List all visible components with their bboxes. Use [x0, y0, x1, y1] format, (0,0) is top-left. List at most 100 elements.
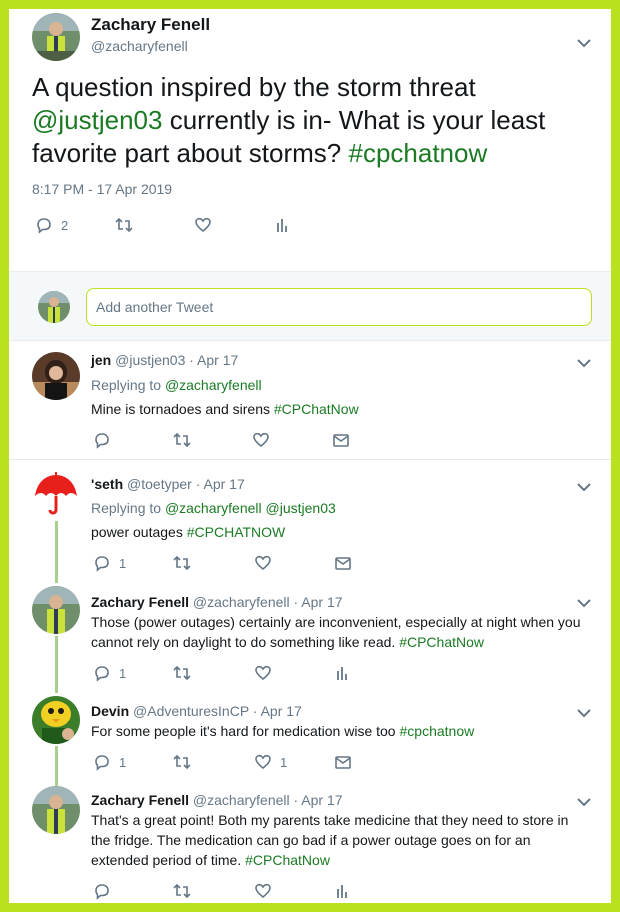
reply-avatar[interactable] — [32, 786, 80, 834]
composer-avatar — [38, 291, 70, 323]
heart-icon — [255, 754, 271, 770]
reply-meta: @justjen03 · Apr 17 — [111, 352, 239, 368]
chevron-down-icon[interactable] — [576, 597, 592, 609]
heart-icon — [255, 555, 271, 571]
tweet-text: A question inspired by the storm threat … — [32, 72, 546, 168]
reply-icon — [95, 755, 109, 771]
reply-count: 1 — [119, 754, 127, 770]
reply-tweet[interactable]: Zachary Fenell @zacharyfenell · Apr 17 T… — [9, 781, 611, 903]
retweet-button[interactable] — [172, 753, 192, 771]
reply-author-name[interactable]: Devin — [91, 703, 129, 719]
reply-count: 2 — [61, 217, 69, 233]
add-tweet-input[interactable]: Add another Tweet — [86, 288, 592, 326]
reply-button[interactable]: 1 — [93, 554, 126, 572]
replying-to: Replying to @zacharyfenell @justjen03 — [91, 500, 336, 516]
chevron-down-icon[interactable] — [576, 357, 592, 369]
envelope-icon — [335, 557, 351, 570]
hashtag-link[interactable]: #cpchatnow — [400, 723, 475, 739]
reply-icon — [37, 218, 51, 234]
reply-icon — [95, 666, 109, 682]
reply-meta: @AdventuresInCP · Apr 17 — [129, 703, 302, 719]
reply-tweet[interactable]: 'seth @toetyper · Apr 17 Replying to @za… — [9, 466, 611, 582]
like-button[interactable] — [254, 882, 272, 900]
heart-icon — [195, 217, 211, 233]
hashtag-link[interactable]: #CPCHATNOW — [187, 524, 286, 540]
reply-meta: @toetyper · Apr 17 — [123, 476, 245, 492]
retweet-icon — [115, 217, 133, 233]
reply-author-name[interactable]: jen — [91, 352, 111, 368]
analytics-button[interactable] — [334, 882, 350, 900]
direct-message-button[interactable] — [334, 554, 352, 572]
like-button[interactable] — [252, 431, 270, 449]
divider — [9, 459, 611, 460]
reply-header: 'seth @toetyper · Apr 17 — [91, 476, 245, 492]
retweet-button[interactable] — [172, 431, 192, 449]
like-button[interactable]: 1 — [254, 753, 287, 771]
hashtag-link[interactable]: #CPChatNow — [399, 634, 484, 650]
reply-button[interactable]: 1 — [93, 664, 126, 682]
reply-composer: Add another Tweet — [9, 271, 611, 341]
reply-avatar[interactable] — [32, 696, 80, 744]
author-name[interactable]: Zachary Fenell — [91, 15, 210, 35]
heart-icon — [255, 665, 271, 681]
reply-meta: @zacharyfenell · Apr 17 — [189, 594, 343, 610]
chevron-down-icon[interactable] — [576, 481, 592, 493]
retweet-icon — [173, 555, 191, 571]
reply-meta: @zacharyfenell · Apr 17 — [189, 792, 343, 808]
hashtag-link[interactable]: #CPChatNow — [245, 852, 330, 868]
tweet-timestamp[interactable]: 8:17 PM - 17 Apr 2019 — [32, 181, 172, 197]
retweet-icon — [173, 754, 191, 770]
reply-author-name[interactable]: Zachary Fenell — [91, 792, 189, 808]
like-count: 1 — [280, 754, 288, 770]
author-avatar[interactable] — [32, 13, 80, 61]
chevron-down-icon[interactable] — [576, 37, 592, 49]
reply-icon — [95, 556, 109, 572]
reply-avatar[interactable] — [32, 586, 80, 634]
direct-message-button[interactable] — [334, 753, 352, 771]
reply-text: Mine is tornadoes and sirens #CPChatNow — [91, 401, 359, 417]
chevron-down-icon[interactable] — [576, 796, 592, 808]
retweet-button[interactable] — [172, 882, 192, 900]
reply-button[interactable] — [93, 431, 111, 449]
reply-header: Devin @AdventuresInCP · Apr 17 — [91, 703, 302, 719]
reply-text: power outages #CPCHATNOW — [91, 524, 286, 540]
reply-tweet[interactable]: Zachary Fenell @zacharyfenell · Apr 17 T… — [9, 582, 611, 692]
retweet-icon — [173, 665, 191, 681]
analytics-icon — [337, 667, 347, 680]
envelope-icon — [333, 434, 349, 447]
reply-icon — [95, 884, 109, 900]
retweet-button[interactable] — [172, 664, 192, 682]
analytics-button[interactable] — [274, 216, 290, 234]
hashtag-link[interactable]: #CPChatNow — [274, 401, 359, 417]
author-handle[interactable]: @zacharyfenell — [91, 38, 188, 54]
reply-button[interactable] — [93, 882, 111, 900]
heart-icon — [255, 883, 271, 899]
retweet-button[interactable] — [114, 216, 134, 234]
retweet-button[interactable] — [172, 554, 192, 572]
retweet-icon — [173, 883, 191, 899]
umbrella-avatar[interactable] — [32, 470, 80, 518]
reply-header: Zachary Fenell @zacharyfenell · Apr 17 — [91, 792, 343, 808]
analytics-button[interactable] — [334, 664, 350, 682]
hashtag-link[interactable]: #cpchatnow — [348, 138, 487, 168]
reply-avatar[interactable] — [32, 352, 80, 400]
reply-text: Those (power outages) certainly are inco… — [91, 614, 581, 650]
reply-text: That's a great point! Both my parents ta… — [91, 812, 569, 868]
mention-link[interactable]: @zacharyfenell @justjen03 — [165, 500, 336, 516]
mention-link[interactable]: @zacharyfenell — [165, 377, 262, 393]
reply-author-name[interactable]: 'seth — [91, 476, 123, 492]
analytics-icon — [277, 219, 287, 232]
direct-message-button[interactable] — [332, 431, 350, 449]
mention-link[interactable]: @justjen03 — [32, 105, 162, 135]
reply-tweet[interactable]: jen @justjen03 · Apr 17 Replying to @zac… — [9, 342, 611, 460]
like-button[interactable] — [254, 664, 272, 682]
reply-tweet[interactable]: Devin @AdventuresInCP · Apr 17 For some … — [9, 692, 611, 788]
replying-to: Replying to @zacharyfenell — [91, 377, 262, 393]
chevron-down-icon[interactable] — [576, 707, 592, 719]
reply-button[interactable]: 1 — [93, 753, 126, 771]
reply-author-name[interactable]: Zachary Fenell — [91, 594, 189, 610]
reply-button[interactable]: 2 — [35, 216, 68, 234]
like-button[interactable] — [194, 216, 212, 234]
reply-text: For some people it's hard for medication… — [91, 723, 475, 739]
like-button[interactable] — [254, 554, 272, 572]
